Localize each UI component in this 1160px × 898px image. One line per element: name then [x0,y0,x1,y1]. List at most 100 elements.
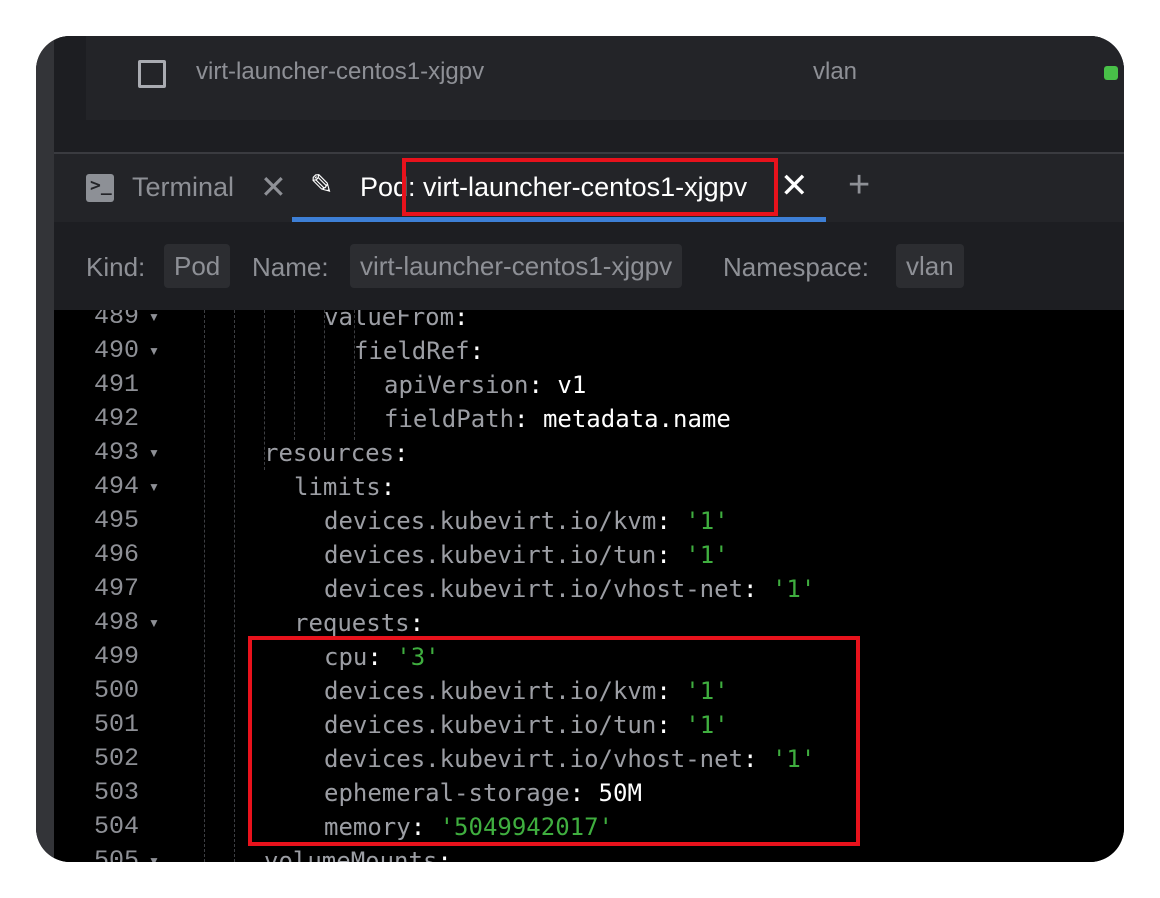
line-number: 492 [94,404,140,433]
namespace-label: Namespace: [723,252,869,282]
name-chip: virt-launcher-centos1-xjgpv [350,244,683,288]
yaml-colon: : [380,473,396,501]
resource-list: virt-launcher-centos1-xjgpv vlan [54,36,1124,154]
code-line[interactable]: 496 devices.kubevirt.io/tun: '1' [54,538,1124,572]
code-line[interactable]: 505 ▼ volumeMounts: [54,844,1124,862]
yaml-colon: : [409,609,425,637]
line-number: 505 [94,846,140,862]
status-indicator-icon [1104,66,1118,80]
code-line[interactable]: 492 fieldPath: metadata.name [54,402,1124,436]
code-line[interactable]: 490 ▼ fieldRef: [54,334,1124,368]
yaml-editor[interactable]: 505 ▼ volumeMounts: 504 memory: '5049942017'… [54,310,1124,862]
line-number: 497 [94,574,140,603]
indent-guide [204,310,205,862]
yaml-colon: : [514,405,529,433]
yaml-string-value: '1' [685,541,729,569]
code-text: limits: [294,470,395,504]
line-number: 489 [94,310,140,331]
yaml-key: fieldRef [354,337,470,365]
yaml-colon: : [743,575,758,603]
dock-tabbar: >_ Terminal ✕ ✎ Pod: virt-launcher-cento… [54,154,1124,222]
window-left-edge [36,36,54,862]
code-line[interactable]: 491 apiVersion: v1 [54,368,1124,402]
yaml-key: fieldPath [384,405,515,433]
fold-caret-icon[interactable]: ▼ [148,436,160,470]
tab-highlight-box [402,158,778,216]
indent-guide [324,310,325,440]
yaml-key: devices.kubevirt.io/vhost-net [324,575,744,603]
fold-caret-icon[interactable]: ▼ [148,310,160,334]
code-text: fieldPath: metadata.name [384,402,731,436]
yaml-key: volumeMounts [264,847,438,862]
code-text: valueFrom: [324,310,469,334]
code-text: fieldRef: [354,334,484,368]
yaml-colon: : [656,541,671,569]
yaml-colon: : [656,507,671,535]
yaml-key: limits [294,473,381,501]
line-number: 496 [94,540,140,569]
tab-terminal-close-icon[interactable]: ✕ [260,168,287,206]
line-number: 499 [94,642,140,671]
line-number: 495 [94,506,140,535]
code-line[interactable]: 494 ▼ limits: [54,470,1124,504]
requests-highlight-box [248,636,860,846]
code-text: volumeMounts: [264,844,452,862]
indent-guide [264,310,265,470]
code-text: apiVersion: v1 [384,368,586,402]
yaml-string-value: '1' [685,507,729,535]
code-text: requests: [294,606,424,640]
indent-guide [234,310,235,862]
yaml-key: devices.kubevirt.io/tun [324,541,657,569]
yaml-colon: : [469,337,485,365]
indent-guide [294,310,295,440]
row-namespace: vlan [813,58,858,85]
line-number: 494 [94,472,140,501]
terminal-icon: >_ [86,174,114,202]
code-line[interactable]: 498 ▼ requests: [54,606,1124,640]
yaml-colon: : [394,439,409,467]
row-pod-name[interactable]: virt-launcher-centos1-xjgpv [196,58,484,86]
line-number: 502 [94,744,140,773]
tab-terminal[interactable]: Terminal [132,172,234,203]
tab-pod-close-icon[interactable]: ✕ [780,166,809,206]
code-line[interactable]: 489 ▼ valueFrom: [54,310,1124,334]
code-line[interactable]: 495 devices.kubevirt.io/kvm: '1' [54,504,1124,538]
yaml-value: metadata.name [542,405,731,433]
fold-caret-icon[interactable]: ▼ [148,844,160,862]
line-number: 491 [94,370,140,399]
code-text: devices.kubevirt.io/tun: '1' [324,538,729,572]
fold-caret-icon[interactable]: ▼ [148,606,160,640]
code-text: devices.kubevirt.io/vhost-net: '1' [324,572,815,606]
kind-chip: Pod [164,244,231,288]
yaml-key: requests [294,609,410,637]
yaml-key: devices.kubevirt.io/kvm [324,507,657,535]
line-number: 500 [94,676,140,705]
yaml-colon: : [437,847,452,862]
line-number: 501 [94,710,140,739]
code-line[interactable]: 493 ▼ resources: [54,436,1124,470]
yaml-key: resources [264,439,395,467]
line-number: 503 [94,778,140,807]
yaml-string-value: '1' [771,575,816,603]
indent-guide [354,310,355,440]
pencil-icon: ✎ [310,169,334,200]
code-line[interactable]: 497 devices.kubevirt.io/vhost-net: '1' [54,572,1124,606]
yaml-key: apiVersion [384,371,529,399]
line-number: 490 [94,336,140,365]
kind-label: Kind: [86,252,146,282]
yaml-colon: : [454,310,469,331]
fold-caret-icon[interactable]: ▼ [148,470,160,504]
code-text: devices.kubevirt.io/kvm: '1' [324,504,729,538]
add-tab-icon[interactable]: + [848,164,870,207]
fold-caret-icon[interactable]: ▼ [148,334,160,368]
resource-row[interactable]: virt-launcher-centos1-xjgpv vlan [86,36,1124,120]
resource-meta-bar: Kind: Pod Name: virt-launcher-centos1-xj… [54,222,1124,310]
name-label: Name: [252,252,329,282]
line-number: 498 [94,608,140,637]
row-checkbox[interactable] [138,60,166,88]
line-number: 493 [94,438,140,467]
code-text: resources: [264,436,409,470]
namespace-chip: vlan [896,244,964,288]
editor-window: virt-launcher-centos1-xjgpv vlan >_ Term… [36,36,1124,862]
yaml-value: v1 [557,371,587,399]
